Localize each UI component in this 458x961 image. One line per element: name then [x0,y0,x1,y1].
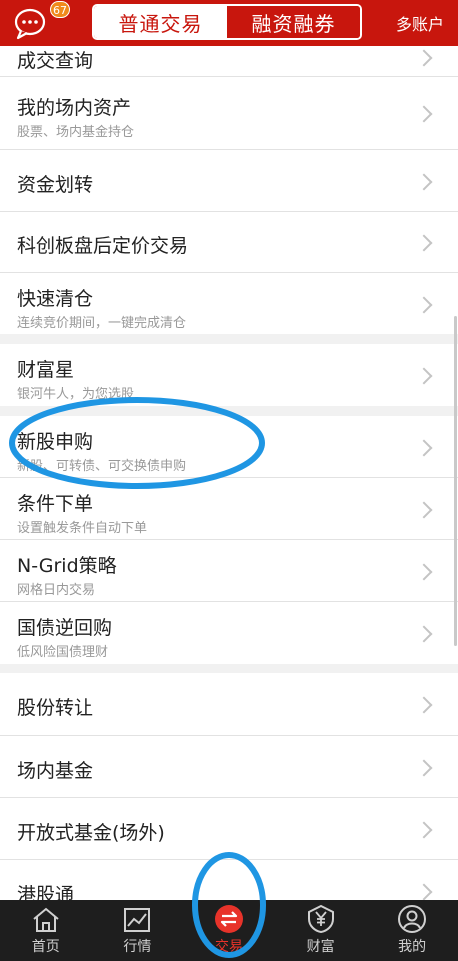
list-item-subtitle: 股票、场内基金持仓 [17,125,135,140]
list-item-title: 新股申购 [17,431,94,453]
tab-normal-trading[interactable]: 普通交易 [94,6,227,38]
trade-menu-list: 成交查询 我的场内资产 股票、场内基金持仓 资金划转 科创板盘后定价交易 快速清… [0,46,458,900]
chevron-right-icon [415,367,433,385]
list-item-reverse-repo[interactable]: 国债逆回购 低风险国债理财 [0,602,458,664]
list-item-title: 港股通 [17,884,75,900]
exchange-arrows-icon [214,905,243,933]
list-item-wealth-star[interactable]: 财富星 银河牛人，为您选股 [0,344,458,406]
tab-margin-trading[interactable]: 融资融券 [227,6,360,38]
chevron-right-icon [415,696,433,714]
tab-label: 财富 [306,939,335,955]
tab-mine[interactable]: 我的 [366,900,458,961]
list-item-conditional-order[interactable]: 条件下单 设置触发条件自动下单 [0,478,458,540]
top-header: 67 普通交易 融资融券 多账户 [0,0,458,46]
tab-wealth[interactable]: 财富 [275,900,367,961]
tab-market[interactable]: 行情 [92,900,184,961]
chevron-right-icon [415,563,433,581]
message-button[interactable]: 67 [12,1,70,42]
chat-bubble-icon [14,8,46,40]
list-item-quick-clear[interactable]: 快速清仓 连续竞价期间，一键完成清仓 [0,273,458,334]
list-item-trade-query[interactable]: 成交查询 [0,46,458,77]
list-item-share-transfer[interactable]: 股份转让 [0,673,458,736]
chevron-right-icon [415,759,433,777]
trade-type-segmented-control: 普通交易 融资融券 [92,4,362,40]
list-item-title: 股份转让 [17,697,94,719]
chevron-right-icon [415,234,433,252]
list-item-title: N-Grid策略 [17,555,117,577]
list-item-title: 成交查询 [17,50,94,72]
list-item-exchange-fund[interactable]: 场内基金 [0,736,458,798]
message-count-badge: 67 [50,1,70,18]
tab-label: 首页 [31,939,60,955]
home-icon [33,907,59,932]
list-item-subtitle: 低风险国债理财 [17,645,109,660]
chevron-right-icon [415,105,433,123]
list-item-ipo-subscribe[interactable]: 新股申购 新股、可转债、可交换债申购 [0,416,458,478]
list-item-subtitle: 连续竞价期间，一键完成清仓 [17,316,187,331]
list-item-title: 快速清仓 [17,288,94,310]
list-item-subtitle: 新股、可转债、可交换债申购 [17,459,187,474]
list-item-title: 开放式基金(场外) [17,822,165,844]
list-item-title: 我的场内资产 [17,97,132,119]
list-item-open-fund[interactable]: 开放式基金(场外) [0,798,458,860]
list-item-my-assets[interactable]: 我的场内资产 股票、场内基金持仓 [0,77,458,150]
tab-trade[interactable]: 交易 [183,900,275,961]
chevron-right-icon [415,821,433,839]
list-item-title: 条件下单 [17,493,94,515]
chevron-right-icon [415,439,433,457]
tab-label: 行情 [123,939,152,955]
tab-label: 交易 [214,939,243,955]
chevron-right-icon [415,173,433,191]
list-item-title: 财富星 [17,359,75,381]
chevron-right-icon [415,49,433,67]
chevron-right-icon [415,296,433,314]
multi-account-button[interactable]: 多账户 [396,11,444,35]
list-item-star-market-after-hours[interactable]: 科创板盘后定价交易 [0,212,458,273]
trend-chart-icon [124,908,151,932]
list-item-subtitle: 银河牛人，为您选股 [17,387,135,402]
list-item-title: 科创板盘后定价交易 [17,235,189,257]
list-item-title: 场内基金 [17,760,94,782]
bottom-tab-bar: 首页 行情 交易 财富 我的 [0,900,458,961]
list-item-title: 资金划转 [17,174,94,196]
list-item-subtitle: 设置触发条件自动下单 [17,521,148,536]
tab-home[interactable]: 首页 [0,900,92,961]
list-item-fund-transfer[interactable]: 资金划转 [0,150,458,212]
list-item-hk-connect[interactable]: 港股通 [0,860,458,900]
list-item-subtitle: 网格日内交易 [17,583,96,598]
user-profile-icon [398,905,427,933]
tab-label: 我的 [398,939,427,955]
list-item-ngrid-strategy[interactable]: N-Grid策略 网格日内交易 [0,540,458,602]
chevron-right-icon [415,883,433,900]
chevron-right-icon [415,625,433,643]
list-item-title: 国债逆回购 [17,617,113,639]
yen-shield-icon [307,904,334,934]
chevron-right-icon [415,501,433,519]
scrollbar[interactable] [454,316,457,646]
